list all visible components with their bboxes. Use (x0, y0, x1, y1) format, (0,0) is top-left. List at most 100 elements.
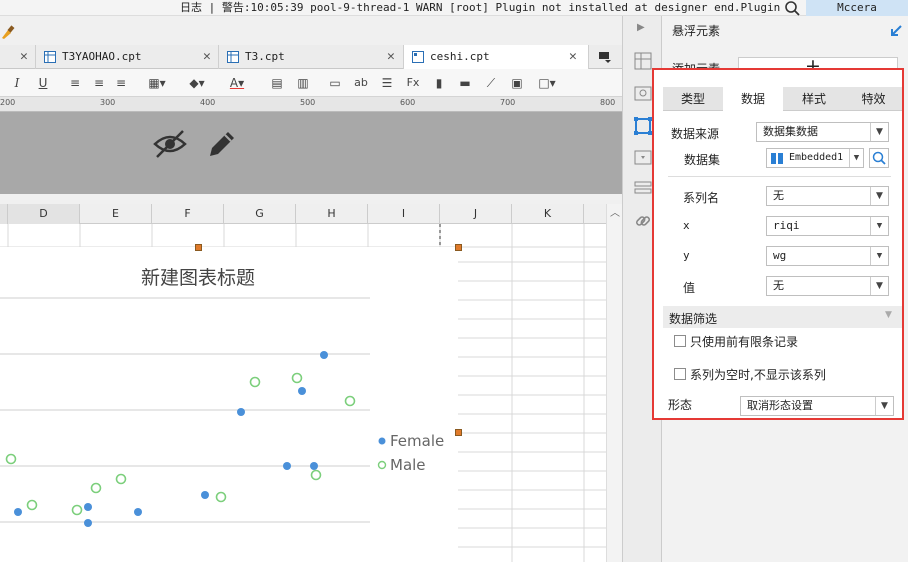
merge-cells-icon[interactable]: ▤ (268, 74, 286, 92)
tab-type[interactable]: 类型 (663, 87, 723, 111)
ruler-mark: 800 (600, 98, 616, 107)
scroll-up-icon[interactable]: ︿ (610, 204, 620, 219)
scatter-chart[interactable]: 新建图表标题 Female Male (0, 247, 458, 562)
tab-menu-icon[interactable] (598, 50, 612, 64)
align-left-icon[interactable]: ≡ (66, 74, 84, 92)
split-cells-icon[interactable]: ▥ (294, 74, 312, 92)
data-point (5, 453, 17, 465)
chevron-down-icon: ▼ (870, 277, 888, 295)
formula-icon[interactable]: Fx (402, 74, 424, 92)
close-icon[interactable]: ✕ (387, 45, 395, 69)
column-header-i[interactable]: I (368, 204, 440, 224)
filter-section-header[interactable]: 数据筛选 ▼ (663, 306, 902, 328)
align-center-icon[interactable]: ≡ (90, 74, 108, 92)
column-header-k[interactable]: K (512, 204, 584, 224)
limit-records-checkbox[interactable] (674, 335, 686, 347)
paragraph-icon[interactable]: ☰ (378, 74, 396, 92)
brush-icon[interactable] (0, 24, 16, 40)
column-header-g[interactable]: G (224, 204, 296, 224)
legend-label-female: Female (390, 432, 445, 450)
close-icon[interactable]: ✕ (569, 45, 577, 69)
dataset-select[interactable]: Embedded1 ▼ (766, 148, 864, 168)
chevron-down-icon: ▼ (870, 217, 888, 235)
data-point (90, 482, 102, 494)
header-band (0, 112, 622, 194)
ruler-mark: 300 (100, 98, 116, 107)
border-style-icon[interactable]: □▾ (534, 74, 560, 92)
tab-style[interactable]: 样式 (783, 87, 845, 111)
font-color-icon[interactable]: A▾ (222, 74, 252, 92)
tab-t3yaohao[interactable]: T3YAOHAO.cpt ✕ (36, 45, 219, 69)
column-header-d[interactable]: D (8, 204, 80, 224)
column-header-j[interactable]: J (440, 204, 512, 224)
float-element-icon[interactable] (633, 116, 653, 136)
dataset-label: 数据集 (684, 153, 721, 167)
limit-records-label: 只使用前有限条记录 (690, 335, 799, 349)
form-select[interactable]: 取消形态设置 ▼ (740, 396, 894, 416)
column-header-f[interactable]: F (152, 204, 224, 224)
data-point (283, 462, 291, 470)
filter-section-label: 数据筛选 (669, 312, 718, 326)
ruler-mark: 400 (200, 98, 216, 107)
report-file-icon (227, 51, 239, 63)
image-icon[interactable]: ▬ (456, 74, 474, 92)
resize-handle[interactable] (455, 429, 462, 436)
align-right-icon[interactable]: ≡ (112, 74, 130, 92)
data-point (201, 491, 209, 499)
y-field-select[interactable]: wg ▼ (766, 246, 889, 266)
column-header-c[interactable] (0, 204, 8, 224)
log-message: 日志 | 警告:10:05:39 pool-9-thread-1 WARN [r… (180, 1, 780, 14)
fill-color-icon[interactable]: ◆▾ (184, 74, 210, 92)
value-select[interactable]: 无 ▼ (766, 276, 889, 296)
close-icon[interactable]: ✕ (20, 45, 28, 69)
y-field-label: y (683, 249, 690, 262)
value-value: 无 (773, 279, 784, 292)
tab-ceshi[interactable]: ceshi.cpt ✕ (404, 45, 589, 69)
collapse-panel-icon[interactable] (889, 24, 903, 38)
user-name[interactable]: Mccera (806, 0, 908, 16)
edit-pencil-icon[interactable] (204, 126, 236, 160)
vertical-scrollbar[interactable]: ︿ (606, 204, 622, 562)
hide-eye-icon[interactable] (152, 128, 188, 160)
series-name-value: 无 (773, 189, 784, 202)
cell-element-icon[interactable] (634, 84, 652, 102)
condition-attr-icon[interactable] (634, 180, 652, 196)
tab-data[interactable]: 数据 (723, 87, 783, 111)
italic-icon[interactable]: I (10, 74, 24, 92)
data-point (310, 469, 322, 481)
column-header-h[interactable]: H (296, 204, 368, 224)
chart-icon[interactable]: ▮ (430, 74, 448, 92)
x-field-label: x (683, 219, 690, 232)
slash-icon[interactable]: ⟋ (482, 74, 500, 92)
legend-marker-male (377, 460, 387, 470)
close-icon[interactable]: ✕ (203, 45, 211, 69)
chevron-down-icon: ▼ (870, 123, 888, 141)
resize-handle[interactable] (455, 244, 462, 251)
expand-icon[interactable]: ▶ (637, 22, 645, 33)
tab-effect[interactable]: 特效 (845, 87, 902, 111)
series-name-select[interactable]: 无 ▼ (766, 186, 889, 206)
widget-settings-icon[interactable] (634, 150, 652, 166)
ruler: 200 300 400 500 600 700 800 (0, 97, 622, 112)
tab-overflow[interactable]: ✕ (0, 45, 36, 69)
legend-label-male: Male (390, 456, 426, 474)
subreport-icon[interactable]: ▣ (508, 74, 526, 92)
text-icon[interactable]: ab (352, 74, 370, 92)
collapse-arrow-icon: ▼ (885, 310, 892, 320)
chart-plot-area (0, 297, 387, 527)
tab-t3[interactable]: T3.cpt ✕ (219, 45, 404, 69)
cell-attributes-icon[interactable] (634, 52, 652, 70)
resize-handle[interactable] (195, 244, 202, 251)
search-icon[interactable] (784, 0, 800, 16)
hide-empty-series-checkbox[interactable] (674, 368, 686, 380)
data-point (71, 504, 83, 516)
data-source-select[interactable]: 数据集数据 ▼ (756, 122, 889, 142)
search-icon[interactable] (869, 148, 889, 168)
column-header-e[interactable]: E (80, 204, 152, 224)
border-icon[interactable]: ▦▾ (144, 74, 170, 92)
hyperlink-icon[interactable] (634, 212, 652, 230)
data-point (26, 499, 38, 511)
x-field-select[interactable]: riqi ▼ (766, 216, 889, 236)
underline-icon[interactable]: U (36, 74, 50, 92)
insert-row-icon[interactable]: ▭ (326, 74, 344, 92)
